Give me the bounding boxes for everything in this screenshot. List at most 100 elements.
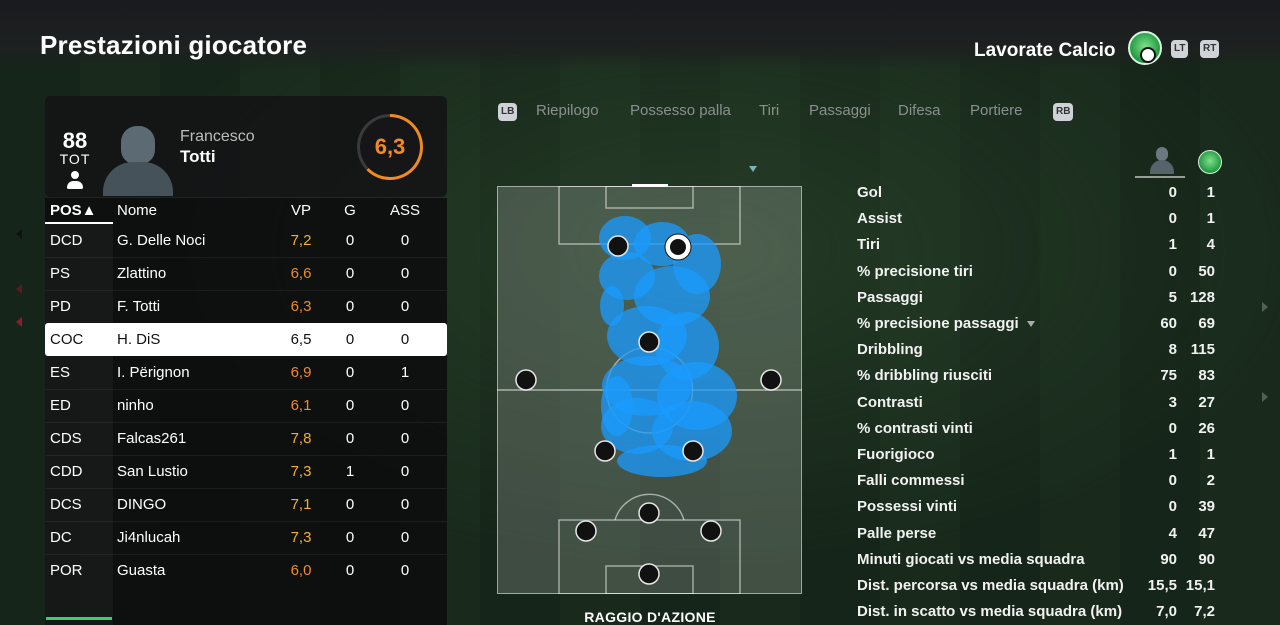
row-name: Guasta [117,562,166,579]
stat-player-value: 0 [1168,419,1177,437]
row-rating: 6,1 [290,397,312,414]
teammate-marker [760,369,782,391]
tab-riepilogo[interactable]: Riepilogo [536,102,599,119]
header-pos[interactable]: POS▲ [50,202,110,219]
stat-player-value: 0 [1168,184,1177,201]
marker-triangle-icon [749,166,757,172]
row-assists: 0 [400,298,410,315]
right-arrow-icon [1262,392,1268,402]
stat-player-value: 1 [1168,446,1177,463]
header-vp[interactable]: VP [281,202,321,219]
tab-possesso-palla[interactable]: Possesso palla [630,102,731,119]
table-row[interactable]: CDD San Lustio 7,3 1 0 [45,455,447,488]
row-goals: 0 [345,364,355,381]
row-position: ES [50,364,71,381]
stat-row: Contrasti 3 27 [857,392,1217,418]
stat-team-value: 27 [1198,393,1215,411]
table-row[interactable]: CDS Falcas261 7,8 0 0 [45,422,447,455]
row-position: CDS [50,430,82,447]
stat-player-value: 0 [1168,472,1177,490]
rt-button[interactable]: RT [1200,40,1220,58]
row-name: F. Totti [117,298,161,315]
stat-player-value: 5 [1168,288,1177,306]
row-name: I. Përignon [117,364,190,381]
stat-team-value: 1 [1206,210,1215,228]
stat-label: % dribbling riusciti [857,367,993,385]
club-badge-icon [1128,31,1162,65]
row-assists: 0 [400,562,410,579]
lb-button[interactable]: LB [498,103,518,121]
table-row[interactable]: ES I. Përignon 6,9 0 1 [45,356,447,389]
stat-team-value: 128 [1189,288,1215,306]
stats-header [1135,146,1225,180]
stat-team-value: 7,2 [1194,603,1215,621]
rb-button[interactable]: RB [1053,103,1074,121]
row-name: Zlattino [117,265,167,282]
table-row[interactable]: DC Ji4nlucah 7,3 0 0 [45,521,447,554]
tab-passaggi[interactable]: Passaggi [809,102,871,119]
header-name[interactable]: Nome [117,202,277,219]
row-rating: 6,5 [290,331,312,348]
row-rating: 6,6 [290,265,312,282]
stat-label: Dist. percorsa vs media squadra (km) [857,577,1124,594]
stat-row: % precisione tiri 0 50 [857,261,1217,287]
tab-difesa[interactable]: Difesa [898,102,941,119]
table-row[interactable]: ED ninho 6,1 0 0 [45,389,447,422]
row-goals: 0 [345,496,355,513]
player-first-name: Francesco [180,128,255,145]
row-position: PD [50,298,71,315]
row-name: San Lustio [117,463,188,480]
row-goals: 0 [345,232,355,249]
stat-label: Falli commessi [857,472,965,490]
table-row[interactable]: PS Zlattino 6,6 0 0 [45,257,447,290]
table-row[interactable]: DCD G. Delle Noci 7,2 0 0 [45,224,447,257]
row-position: CDD [50,463,83,480]
row-position: POR [50,562,83,579]
row-rating: 7,3 [290,529,312,546]
stat-row: Assist 0 1 [857,208,1217,234]
row-assists: 0 [400,430,410,447]
pitch-title: RAGGIO D'AZIONE [584,609,716,625]
tab-portiere[interactable]: Portiere [970,102,1023,119]
stat-label: % precisione tiri [857,262,973,280]
row-goals: 1 [345,463,355,480]
stat-row: Tiri 1 4 [857,234,1217,260]
row-rating: 7,2 [290,232,312,249]
table-row[interactable]: PD F. Totti 6,3 0 0 [45,290,447,323]
header-g[interactable]: G [335,202,365,219]
teammate-marker [638,502,660,524]
stat-player-value: 8 [1168,341,1177,359]
stat-team-value: 69 [1198,315,1215,332]
stat-player-value: 3 [1168,393,1177,411]
stat-row: Fuorigioco 1 1 [857,444,1217,470]
pitch-top-indicator [632,184,668,187]
stat-label: Gol [857,184,882,201]
left-arrow-icon [16,317,22,327]
table-row[interactable]: COC H. DiS 6,5 0 0 [45,323,447,356]
heat-zone [601,376,633,436]
stat-label: % contrasti vinti [857,419,973,437]
stat-row: % dribbling riusciti 75 83 [857,365,1217,391]
tab-tiri[interactable]: Tiri [759,102,779,119]
stat-player-value: 15,5 [1147,577,1177,594]
row-rating: 6,0 [290,562,312,579]
lt-button[interactable]: LT [1171,40,1189,58]
stat-player-value: 0 [1168,262,1177,280]
stat-row: Passaggi 5 128 [857,287,1217,313]
stat-team-value: 47 [1198,524,1215,542]
stat-label: Palle perse [857,524,937,542]
stat-label: % precisione passaggi [857,315,1019,332]
stat-label: Fuorigioco [857,446,935,463]
row-rating: 7,8 [290,430,312,447]
left-arrow-icon [16,284,22,294]
stat-label: Tiri [857,236,881,254]
row-name: Falcas261 [117,430,187,447]
table-row[interactable]: POR Guasta 6,0 0 0 [45,554,447,587]
row-assists: 0 [400,265,410,282]
right-arrow-icon [1262,302,1268,312]
header-ass[interactable]: ASS [385,202,425,219]
row-assists: 1 [400,364,410,381]
teammate-marker [638,563,660,585]
table-row[interactable]: DCS DINGO 7,1 0 0 [45,488,447,521]
stat-row: Gol 0 1 [857,182,1217,208]
